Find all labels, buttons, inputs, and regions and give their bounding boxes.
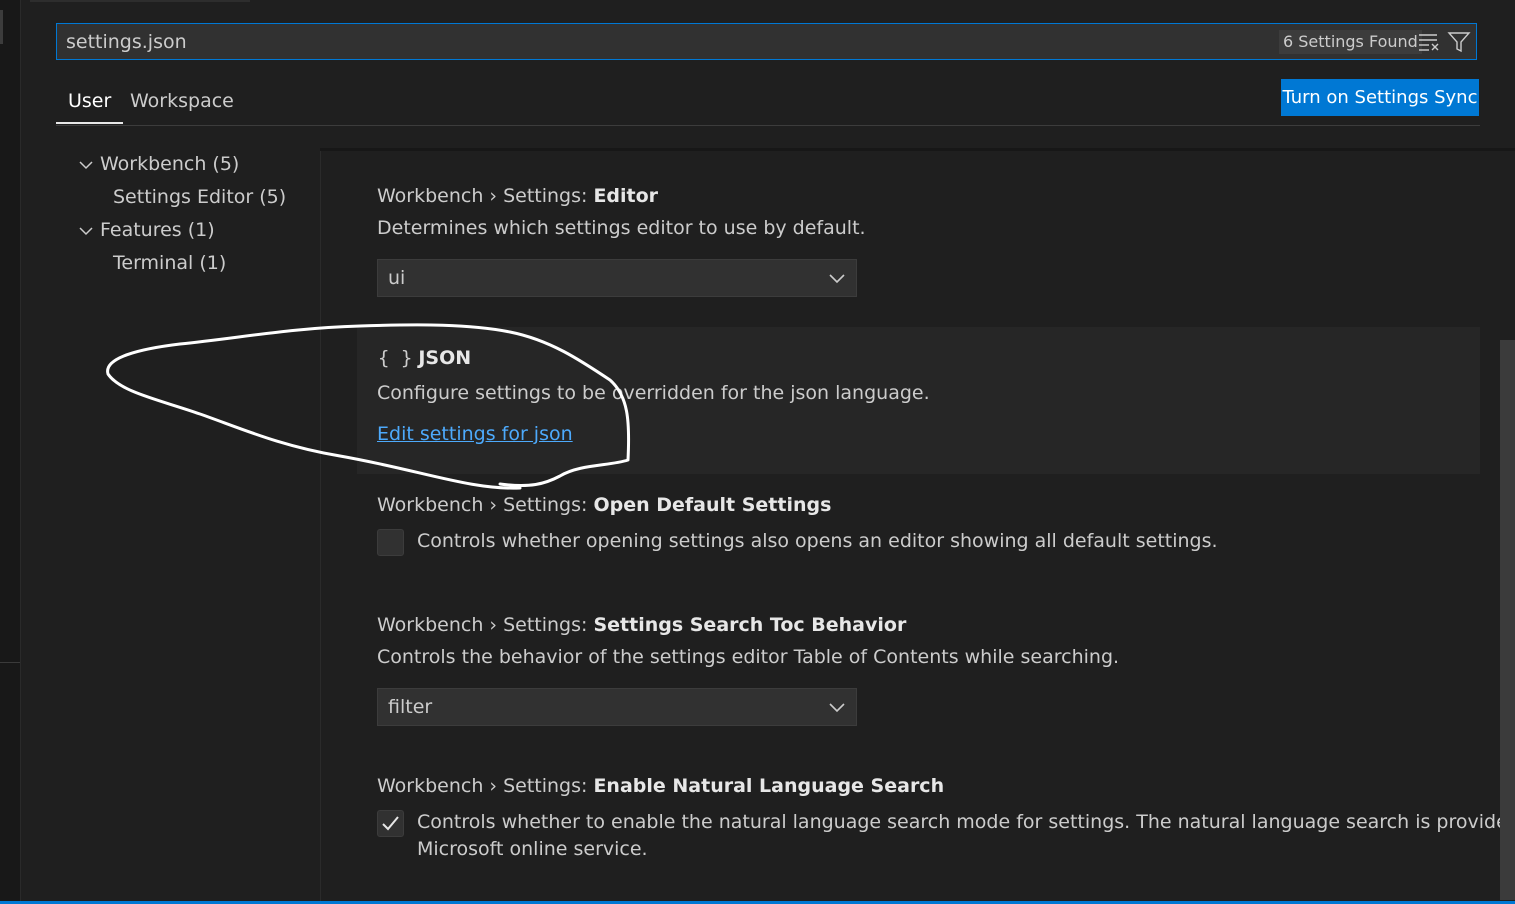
setting-open-default-settings: Workbench › Settings: Open Default Setti…: [377, 494, 831, 516]
setting-description: Determines which settings editor to use …: [377, 217, 866, 239]
settings-editor-select[interactable]: ui: [377, 259, 857, 297]
setting-category: Workbench › Settings:: [377, 775, 594, 797]
activity-bar-edge: [0, 0, 21, 904]
toc-label: Settings Editor (5): [113, 186, 287, 208]
select-value: filter: [388, 696, 433, 718]
setting-key: Settings Search Toc Behavior: [593, 614, 907, 636]
chevron-down-icon: [828, 698, 846, 716]
setting-category: Workbench › Settings:: [377, 614, 594, 636]
toc-label: Workbench (5): [100, 153, 240, 175]
setting-workbench-settings-editor: Workbench › Settings: Editor Determines …: [377, 185, 866, 239]
setting-description: Controls the behavior of the settings ed…: [377, 646, 1120, 668]
clear-filter-icon[interactable]: [1417, 30, 1441, 54]
language-override-title: { } JSON: [378, 347, 471, 369]
natural-language-search-checkbox[interactable]: [377, 810, 404, 837]
chevron-down-icon: [75, 149, 97, 179]
setting-description: Controls whether opening settings also o…: [417, 530, 1218, 552]
setting-title: Workbench › Settings: Settings Search To…: [377, 614, 1119, 636]
search-toc-behavior-select[interactable]: filter: [377, 688, 857, 726]
toc-content-divider: [320, 148, 321, 904]
toc-label: Terminal (1): [113, 252, 227, 274]
toc-item-features[interactable]: Features (1): [75, 215, 215, 245]
editor-tab-edge: [30, 0, 250, 2]
turn-on-settings-sync-button[interactable]: Turn on Settings Sync: [1281, 79, 1479, 116]
select-value: ui: [388, 267, 406, 289]
toc-item-settings-editor[interactable]: Settings Editor (5): [113, 182, 286, 212]
setting-enable-natural-language-search: Workbench › Settings: Enable Natural Lan…: [377, 775, 944, 797]
setting-title: Workbench › Settings: Open Default Setti…: [377, 494, 831, 516]
toc-item-workbench[interactable]: Workbench (5): [75, 149, 239, 179]
tab-workspace[interactable]: Workspace: [118, 80, 246, 124]
scrollbar-thumb[interactable]: [1500, 340, 1515, 900]
setting-settings-search-toc-behavior: Workbench › Settings: Settings Search To…: [377, 614, 1119, 668]
check-icon: [382, 816, 399, 831]
setting-key: Open Default Settings: [593, 494, 832, 516]
settings-search-box[interactable]: 6 Settings Found: [56, 23, 1477, 60]
setting-description: Configure settings to be overridden for …: [377, 382, 930, 404]
json-language-override: { } JSON Configure settings to be overrid…: [357, 327, 1480, 474]
setting-category: Workbench › Settings:: [377, 494, 594, 516]
toc-item-terminal[interactable]: Terminal (1): [113, 248, 226, 278]
open-default-settings-checkbox[interactable]: [377, 529, 404, 556]
chevron-down-icon: [828, 269, 846, 287]
results-count-badge: 6 Settings Found: [1279, 30, 1422, 54]
settings-search-input[interactable]: [57, 24, 1257, 59]
activity-indicator: [0, 10, 3, 44]
toc-label: Features (1): [100, 219, 215, 241]
setting-title: Workbench › Settings: Editor: [377, 185, 866, 207]
json-braces-icon: { }: [378, 347, 413, 369]
setting-key: Editor: [593, 185, 659, 207]
panel-divider: [0, 662, 20, 663]
setting-description: Controls whether to enable the natural l…: [417, 811, 1515, 833]
setting-title: Workbench › Settings: Enable Natural Lan…: [377, 775, 944, 797]
edit-settings-for-json-link[interactable]: Edit settings for json: [377, 423, 573, 445]
setting-category: Workbench › Settings:: [377, 185, 594, 207]
setting-description-continued: Microsoft online service.: [417, 838, 648, 860]
setting-key: Enable Natural Language Search: [593, 775, 945, 797]
chevron-down-icon: [75, 215, 97, 245]
content-top-border: [320, 148, 1515, 151]
filter-icon[interactable]: [1447, 30, 1471, 54]
tab-user[interactable]: User: [56, 80, 124, 124]
tabs-divider: [56, 125, 1480, 126]
language-name: JSON: [418, 347, 472, 369]
